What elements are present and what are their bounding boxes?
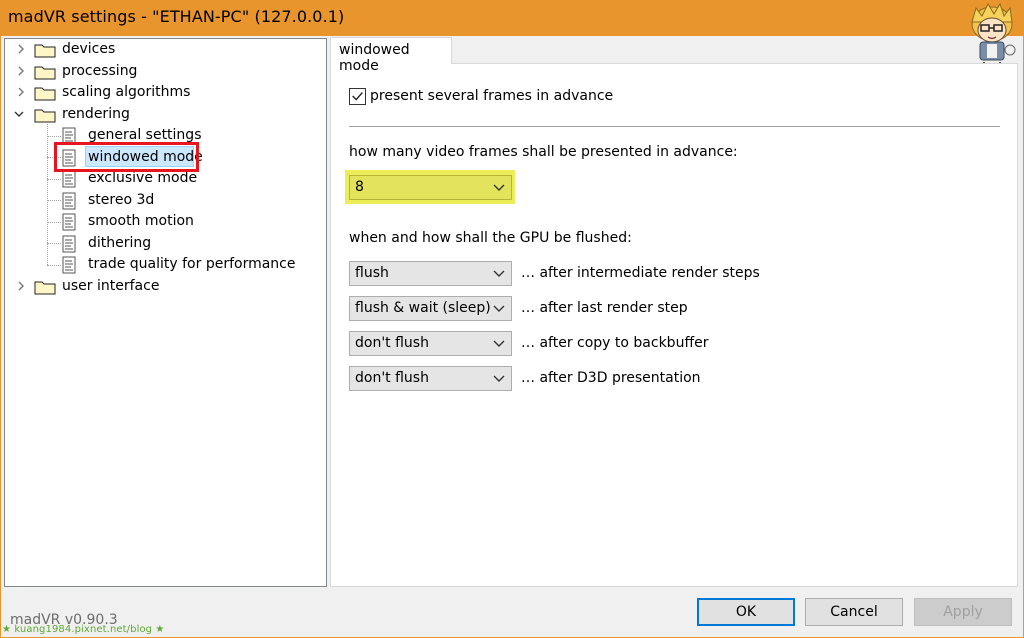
tree-item-scaling-algorithms[interactable]: scaling algorithms <box>14 82 314 103</box>
tree-item-label: trade quality for performance <box>88 256 296 272</box>
frames-select-value: 8 <box>355 179 364 195</box>
flush-select-value: don't flush <box>355 370 429 386</box>
tree-connector <box>47 222 61 223</box>
folder-icon <box>34 109 56 123</box>
chevron-right-icon[interactable] <box>16 87 26 97</box>
tree-item-stereo-3d[interactable]: stereo 3d <box>62 190 312 211</box>
frames-question: how many video frames shall be presented… <box>349 144 738 160</box>
tree-item-trade-quality[interactable]: trade quality for performance <box>62 254 312 275</box>
tree-item-label: scaling algorithms <box>62 84 191 100</box>
chevron-down-icon <box>493 340 505 347</box>
chevron-down-icon[interactable] <box>14 109 24 119</box>
folder-icon <box>34 281 56 295</box>
page-icon <box>62 213 76 231</box>
page-icon <box>62 192 76 210</box>
flush-select-intermediate[interactable]: flush <box>349 261 512 286</box>
tab-label: windowed mode <box>339 42 410 74</box>
window-title: madVR settings - "ETHAN-PC" (127.0.0.1) <box>8 7 345 26</box>
tree-item-smooth-motion[interactable]: smooth motion <box>62 211 312 232</box>
flush-select-last[interactable]: flush & wait (sleep) <box>349 296 512 321</box>
chevron-right-icon[interactable] <box>16 44 26 54</box>
page-icon <box>62 170 76 188</box>
flush-row-label: … after intermediate render steps <box>521 265 760 281</box>
title-bar[interactable]: madVR settings - "ETHAN-PC" (127.0.0.1) <box>0 0 1024 36</box>
chevron-down-icon <box>493 305 505 312</box>
present-frames-label[interactable]: present several frames in advance <box>370 88 613 104</box>
flush-select-value: don't flush <box>355 335 429 351</box>
flush-select-value: flush & wait (sleep) <box>355 300 491 316</box>
tree-item-label: devices <box>62 41 116 57</box>
tree-item-dithering[interactable]: dithering <box>62 233 312 254</box>
tree-item-label: processing <box>62 63 138 79</box>
page-icon <box>62 256 76 274</box>
settings-panel <box>330 63 1018 587</box>
tree-connector <box>47 200 61 201</box>
tree-connector <box>47 265 61 266</box>
tree-connector <box>47 136 61 137</box>
chevron-right-icon[interactable] <box>16 281 26 291</box>
flush-question: when and how shall the GPU be flushed: <box>349 230 632 246</box>
flush-select-value: flush <box>355 265 389 281</box>
tree-item-user-interface[interactable]: user interface <box>14 276 314 297</box>
ok-button[interactable]: OK <box>697 598 795 626</box>
flush-row-label: … after D3D presentation <box>521 370 701 386</box>
folder-icon <box>34 66 56 80</box>
tree-item-label: user interface <box>62 278 160 294</box>
flush-row-label: … after copy to backbuffer <box>521 335 709 351</box>
frames-select[interactable]: 8 <box>349 175 512 200</box>
cancel-button[interactable]: Cancel <box>805 598 903 626</box>
present-frames-checkbox[interactable] <box>349 88 366 105</box>
chevron-down-icon <box>493 184 505 191</box>
chevron-down-icon <box>493 375 505 382</box>
tree-item-label: rendering <box>62 106 130 122</box>
tree-item-rendering[interactable]: rendering <box>14 104 314 125</box>
tab-windowed-mode[interactable]: windowed mode <box>330 37 452 74</box>
tree-item-label: smooth motion <box>88 213 194 229</box>
tree-connector <box>47 179 61 180</box>
chevron-down-icon <box>493 270 505 277</box>
chevron-right-icon[interactable] <box>16 66 26 76</box>
flush-select-presentation[interactable]: don't flush <box>349 366 512 391</box>
apply-button[interactable]: Apply <box>914 598 1012 626</box>
checkmark-icon <box>352 92 363 101</box>
tree-connector <box>47 243 61 244</box>
tree-item-label: stereo 3d <box>88 192 155 208</box>
annotation-red-box <box>54 142 199 172</box>
tree-item-label: dithering <box>88 235 152 251</box>
folder-icon <box>34 44 56 58</box>
page-icon <box>62 235 76 253</box>
flush-select-backbuffer[interactable]: don't flush <box>349 331 512 356</box>
tree-item-devices[interactable]: devices <box>14 39 314 60</box>
watermark: ★ kuang1984.pixnet.net/blog ★ <box>2 624 165 635</box>
flush-row-label: … after last render step <box>521 300 688 316</box>
tree-item-processing[interactable]: processing <box>14 61 314 82</box>
divider <box>349 126 1000 127</box>
folder-icon <box>34 87 56 101</box>
